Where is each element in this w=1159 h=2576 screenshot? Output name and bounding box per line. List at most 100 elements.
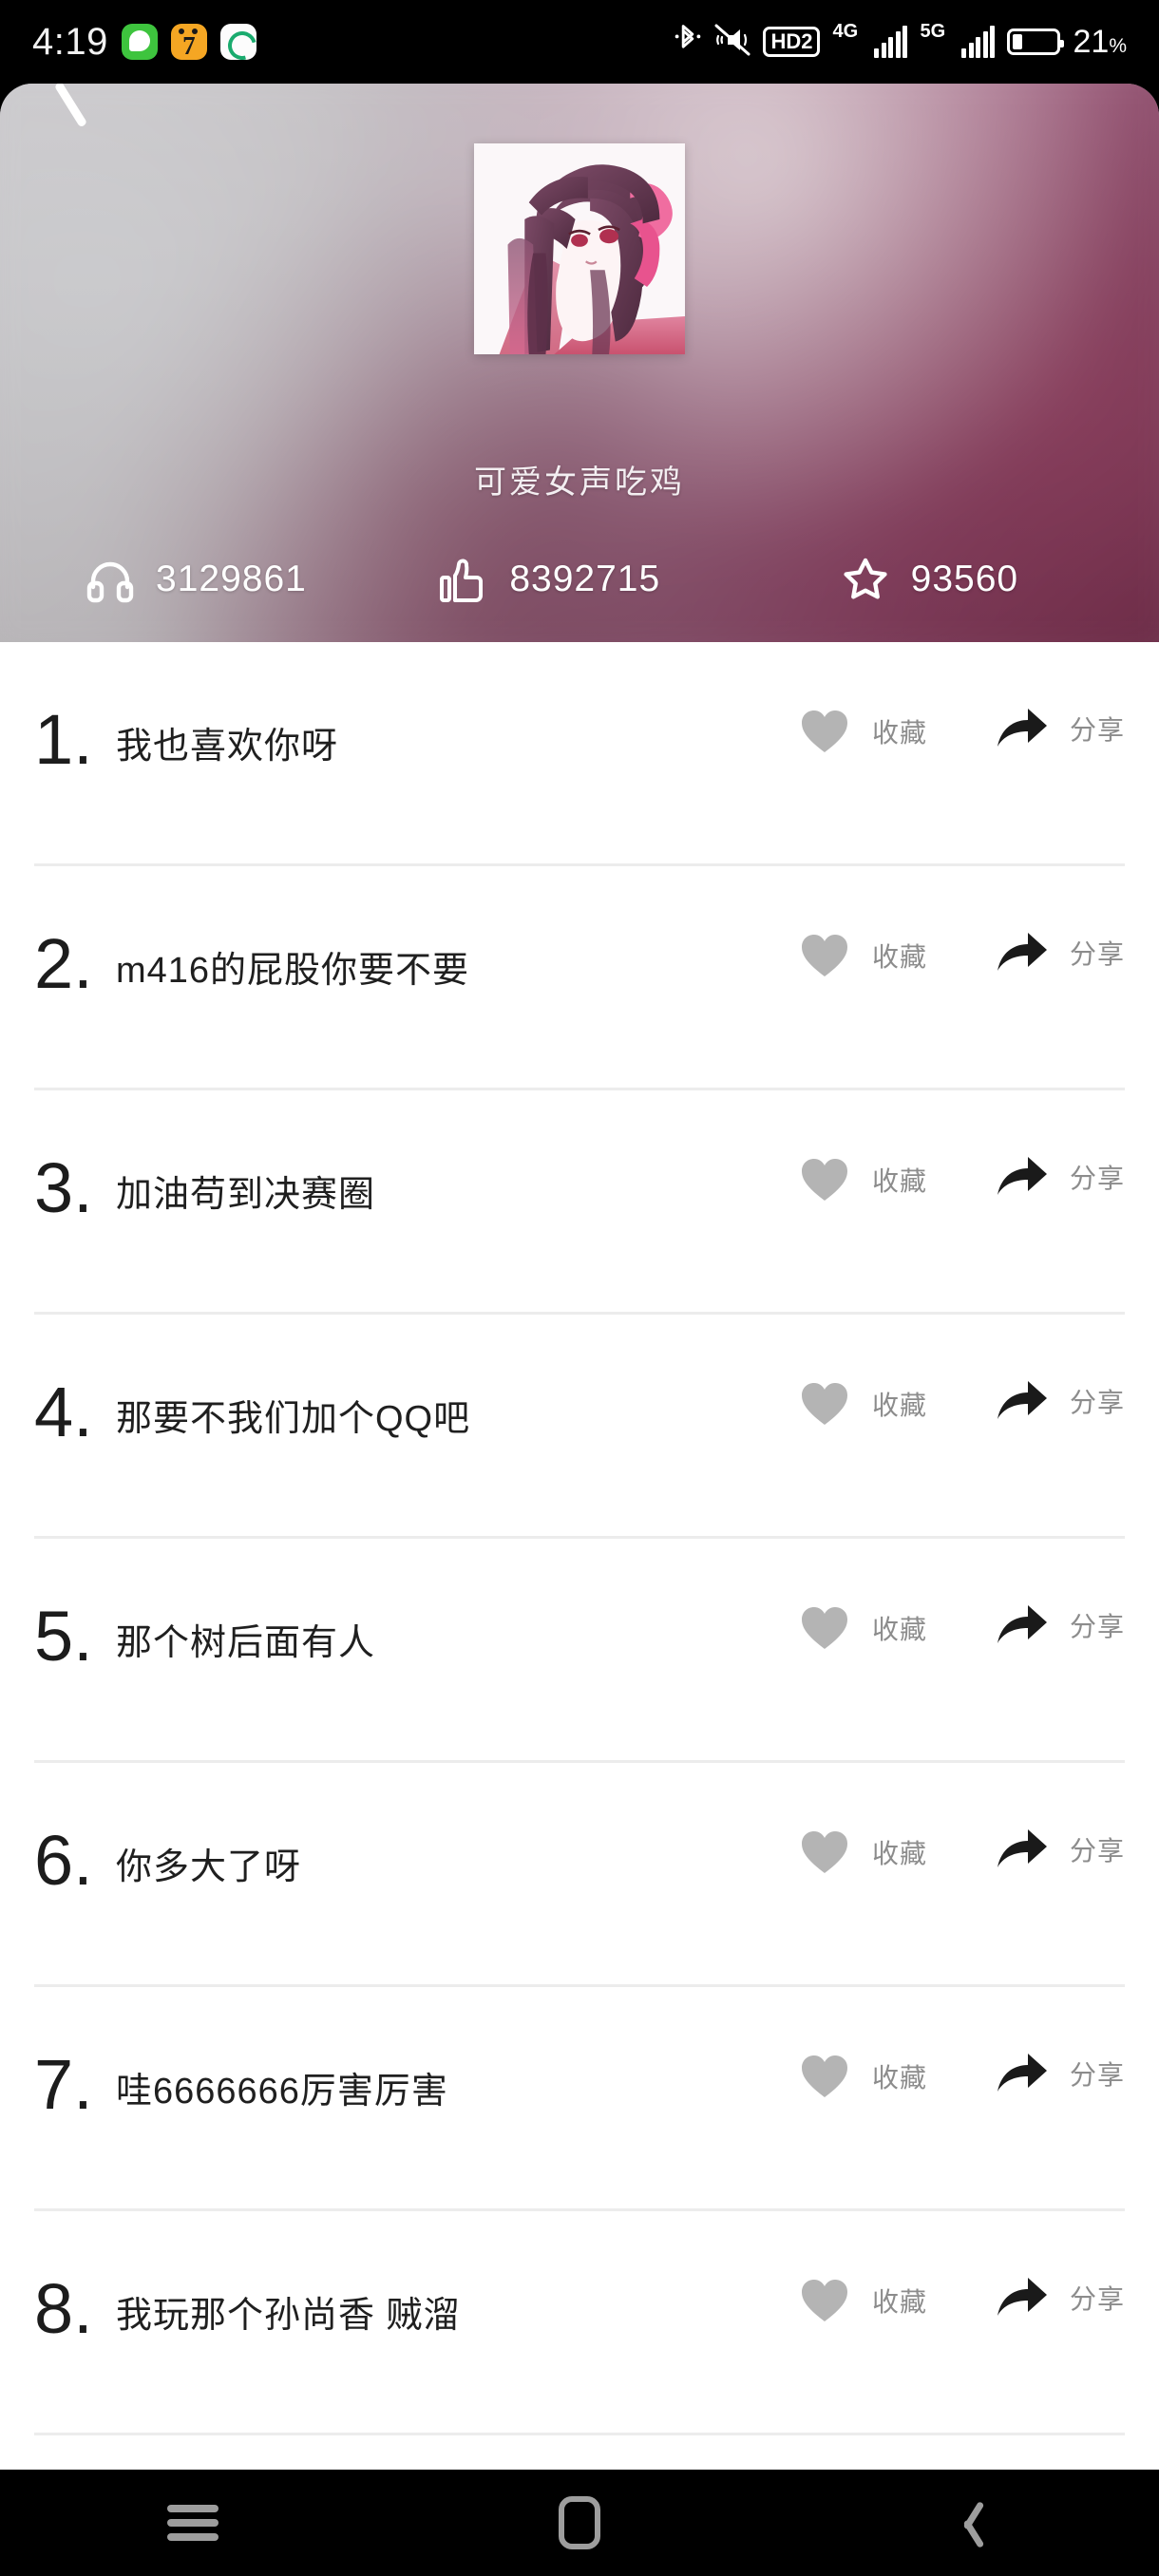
phone-screen: 4:19 HD2 4G bbox=[0, 0, 1159, 2576]
share-button[interactable]: 分享 bbox=[996, 1826, 1125, 1873]
list-item-index: 6. bbox=[34, 1821, 93, 1900]
list-item-actions: 收藏 分享 bbox=[798, 1539, 1125, 1655]
song-list[interactable]: 1. 我也喜欢你呀 收藏 分享 2. m416的屁股你要不要 收藏 分享 3. … bbox=[0, 642, 1159, 2470]
favorite-label: 收藏 bbox=[871, 2287, 927, 2317]
favorite-label: 收藏 bbox=[871, 1615, 927, 1644]
share-arrow-icon bbox=[996, 1377, 1049, 1425]
heart-icon bbox=[798, 705, 851, 758]
signal-bars-4g bbox=[874, 26, 908, 58]
stat-plays: 3129861 bbox=[0, 553, 404, 606]
share-label: 分享 bbox=[1069, 1836, 1125, 1866]
list-item-actions: 收藏 分享 bbox=[798, 1090, 1125, 1206]
album-stats: 3129861 8392715 93560 bbox=[0, 546, 1159, 613]
mute-vibrate-icon bbox=[714, 24, 750, 61]
favorite-button[interactable]: 收藏 bbox=[798, 1153, 927, 1206]
favorite-label: 收藏 bbox=[871, 2063, 927, 2093]
list-item-title[interactable]: 我也喜欢你呀 bbox=[116, 642, 798, 768]
heart-icon bbox=[798, 929, 851, 982]
album-header: 可爱女声吃鸡 3129861 8392715 93560 bbox=[0, 84, 1159, 642]
share-label: 分享 bbox=[1069, 1164, 1125, 1193]
list-item[interactable]: 8. 我玩那个孙尚香 贼溜 收藏 分享 bbox=[34, 2211, 1125, 2435]
home-square-icon bbox=[559, 2496, 600, 2549]
share-button[interactable]: 分享 bbox=[996, 2274, 1125, 2321]
share-button[interactable]: 分享 bbox=[996, 705, 1125, 752]
status-bar-right: HD2 4G 5G 21% bbox=[674, 21, 1127, 62]
wechat-green-icon bbox=[121, 24, 158, 60]
stat-favorites-value: 93560 bbox=[910, 559, 1019, 599]
share-button[interactable]: 分享 bbox=[996, 1377, 1125, 1425]
battery-percent-symbol: % bbox=[1109, 34, 1127, 57]
list-item-title[interactable]: 哇6666666厉害厉害 bbox=[116, 1987, 798, 2113]
battery-icon bbox=[1007, 28, 1065, 55]
system-navigation-bar bbox=[0, 2470, 1159, 2576]
list-item-title[interactable]: 我玩那个孙尚香 贼溜 bbox=[116, 2211, 798, 2338]
list-item[interactable]: 7. 哇6666666厉害厉害 收藏 分享 bbox=[34, 1987, 1125, 2211]
share-label: 分享 bbox=[1069, 939, 1125, 969]
heart-icon bbox=[798, 1153, 851, 1206]
favorite-button[interactable]: 收藏 bbox=[798, 1377, 927, 1430]
list-item-title[interactable]: 那个树后面有人 bbox=[116, 1539, 798, 1665]
album-title: 可爱女声吃鸡 bbox=[474, 464, 685, 501]
list-item-index: 7. bbox=[34, 2045, 93, 2124]
share-arrow-icon bbox=[996, 929, 1049, 976]
share-label: 分享 bbox=[1069, 1612, 1125, 1641]
list-item[interactable]: 1. 我也喜欢你呀 收藏 分享 bbox=[34, 642, 1125, 866]
list-item-title[interactable]: 你多大了呀 bbox=[116, 1763, 798, 1889]
list-item-index: 2. bbox=[34, 924, 93, 1003]
favorite-button[interactable]: 收藏 bbox=[798, 1601, 927, 1655]
list-item-actions: 收藏 分享 bbox=[798, 1987, 1125, 2103]
list-item[interactable]: 3. 加油苟到决赛圈 收藏 分享 bbox=[34, 1090, 1125, 1315]
list-item-actions: 收藏 分享 bbox=[798, 1763, 1125, 1879]
list-item-title[interactable]: m416的屁股你要不要 bbox=[116, 866, 798, 993]
home-button[interactable] bbox=[387, 2470, 773, 2576]
stat-likes-value: 8392715 bbox=[509, 559, 661, 599]
bluetooth-icon bbox=[674, 23, 702, 62]
battery-percent: 21% bbox=[1073, 24, 1127, 61]
share-button[interactable]: 分享 bbox=[996, 2050, 1125, 2097]
favorite-button[interactable]: 收藏 bbox=[798, 929, 927, 982]
hamburger-menu-icon bbox=[167, 2505, 219, 2541]
list-item[interactable]: 4. 那要不我们加个QQ吧 收藏 分享 bbox=[34, 1315, 1125, 1539]
share-arrow-icon bbox=[996, 1826, 1049, 1873]
favorite-label: 收藏 bbox=[871, 1391, 927, 1420]
share-label: 分享 bbox=[1069, 2284, 1125, 2314]
network-5g-label: 5G bbox=[920, 21, 946, 42]
battery-percent-value: 21 bbox=[1073, 23, 1110, 60]
stat-favorites: 93560 bbox=[758, 553, 1159, 606]
list-item-index: 5. bbox=[34, 1597, 93, 1676]
list-item-title[interactable]: 那要不我们加个QQ吧 bbox=[116, 1315, 798, 1441]
list-item-index: 3. bbox=[34, 1148, 93, 1227]
share-button[interactable]: 分享 bbox=[996, 929, 1125, 976]
share-button[interactable]: 分享 bbox=[996, 1601, 1125, 1649]
star-outline-icon bbox=[839, 553, 892, 606]
favorite-button[interactable]: 收藏 bbox=[798, 2274, 927, 2327]
favorite-button[interactable]: 收藏 bbox=[798, 2050, 927, 2103]
heart-icon bbox=[798, 2050, 851, 2103]
heart-icon bbox=[798, 2274, 851, 2327]
network-4g-label: 4G bbox=[832, 21, 859, 42]
status-bar: 4:19 HD2 4G bbox=[0, 0, 1159, 84]
headphones-icon bbox=[84, 553, 137, 606]
stat-likes: 8392715 bbox=[404, 553, 757, 606]
favorite-label: 收藏 bbox=[871, 1839, 927, 1868]
share-label: 分享 bbox=[1069, 715, 1125, 745]
network-4g-indicator: 4G bbox=[832, 22, 908, 58]
list-item-index: 4. bbox=[34, 1373, 93, 1451]
back-arrow-icon[interactable] bbox=[53, 84, 99, 133]
list-item[interactable]: 6. 你多大了呀 收藏 分享 bbox=[34, 1763, 1125, 1987]
list-item[interactable]: 5. 那个树后面有人 收藏 分享 bbox=[34, 1539, 1125, 1763]
favorite-label: 收藏 bbox=[871, 942, 927, 972]
album-cover-art[interactable] bbox=[474, 143, 685, 354]
favorite-button[interactable]: 收藏 bbox=[798, 705, 927, 758]
list-item-actions: 收藏 分享 bbox=[798, 2211, 1125, 2327]
back-button[interactable] bbox=[772, 2470, 1159, 2576]
share-button[interactable]: 分享 bbox=[996, 1153, 1125, 1201]
share-arrow-icon bbox=[996, 2274, 1049, 2321]
status-bar-left: 4:19 bbox=[32, 21, 256, 64]
list-item-title[interactable]: 加油苟到决赛圈 bbox=[116, 1090, 798, 1217]
favorite-button[interactable]: 收藏 bbox=[798, 1826, 927, 1879]
recents-button[interactable] bbox=[0, 2470, 387, 2576]
heart-icon bbox=[798, 1377, 851, 1430]
list-item[interactable]: 2. m416的屁股你要不要 收藏 分享 bbox=[34, 866, 1125, 1090]
hd2-badge: HD2 bbox=[763, 27, 821, 57]
